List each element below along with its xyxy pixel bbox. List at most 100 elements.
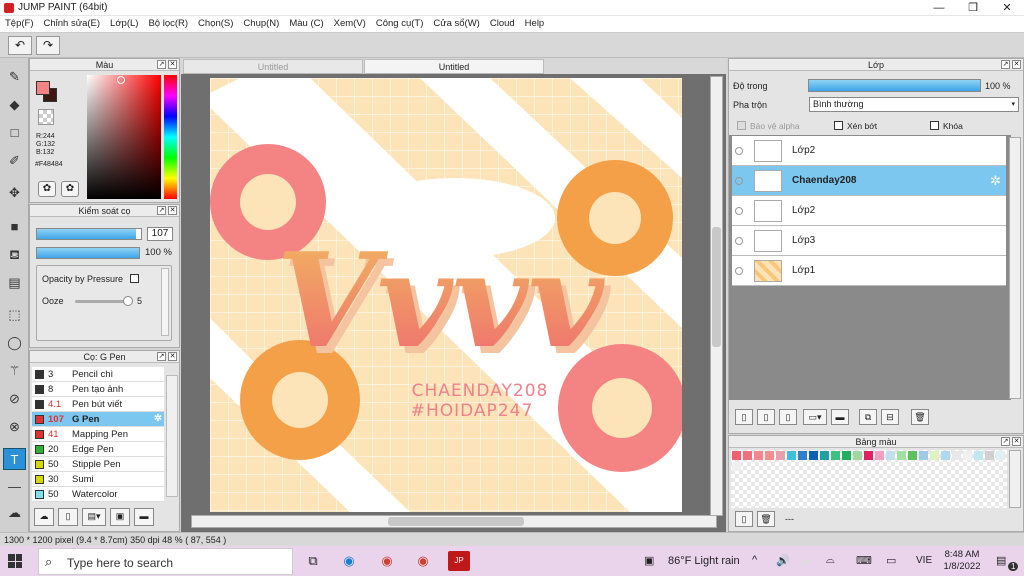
palette-swatch[interactable] [787,451,796,460]
delete-layer-icon[interactable]: 🗑 [911,409,929,425]
brush-item[interactable]: 20 Edge Pen [32,442,164,457]
palette-swatch[interactable] [864,451,873,460]
brush-list-scrollbar[interactable] [166,375,178,497]
menu-cloud[interactable]: Cloud [485,16,520,31]
select-pen-icon[interactable]: ⊘ [3,388,26,410]
pen-tool-icon[interactable]: ✐ [3,150,26,172]
hue-slider[interactable] [164,75,177,199]
brush-item[interactable]: 3 Pencil chì [32,367,164,382]
saturation-brightness-picker[interactable] [87,75,161,199]
clock[interactable]: 8:48 AM 1/8/2022 [938,549,986,573]
menu-view[interactable]: Xem(V) [329,16,371,31]
panel-float-icon[interactable]: ↗ [157,352,166,361]
brush-item[interactable]: 8 Pen tạo ảnh [32,382,164,397]
palette-add-icon[interactable]: ▯ [735,511,753,527]
menu-filter[interactable]: Bộ lọc(R) [143,16,193,31]
brush-settings-icon[interactable]: ▣ [110,508,130,526]
artwork[interactable]: Vvvv Vvvv CHAENDAY208 #HOIDAP247 [210,78,682,512]
palette-swatch[interactable] [853,451,862,460]
opacity-slider[interactable] [36,247,140,259]
rect-tool-icon[interactable]: □ [3,122,26,144]
color-mixer-icon[interactable]: ✿ [61,181,79,197]
move-tool-icon[interactable]: ✥ [3,182,26,204]
palette-swatch[interactable] [897,451,906,460]
palette-swatch[interactable] [908,451,917,460]
chrome-icon-2[interactable]: ◉ [412,551,434,571]
palette-swatch[interactable] [798,451,807,460]
menu-select[interactable]: Chọn(S) [193,16,238,31]
canvas-vscroll[interactable] [710,76,723,516]
cloud-icon[interactable]: ☁ [800,554,811,567]
redo-button[interactable]: ↷ [36,36,60,55]
windows-start-icon[interactable] [8,554,22,568]
palette-swatch[interactable] [820,451,829,460]
palette-swatch[interactable] [754,451,763,460]
monitor-icon[interactable]: ▭ [886,554,896,567]
tab-untitled-2[interactable]: Untitled [364,59,544,74]
select-eraser-icon[interactable]: ⊗ [3,416,26,438]
main-color-swatch[interactable] [36,81,50,95]
cloud-tool-icon[interactable]: ☁ [3,502,26,524]
palette-swatch[interactable] [809,451,818,460]
jump-paint-taskbar-icon[interactable]: JP [448,551,470,571]
menu-layer[interactable]: Lớp(L) [105,16,143,31]
brush-settings-gear-icon[interactable]: ✲ [154,413,162,424]
brush-cloud-icon[interactable]: ☁ [34,508,54,526]
weather-text[interactable]: 86°F Light rain [668,555,740,567]
panel-float-icon[interactable]: ↗ [157,60,166,69]
task-view-icon[interactable]: ⧉ [302,551,324,571]
taskbar-search[interactable]: ⌕ Type here to search [38,548,293,575]
palette-swatch[interactable] [952,451,961,460]
select-rect-icon[interactable]: ⬚ [3,304,26,326]
panel-close-icon[interactable]: ✕ [1012,437,1021,446]
size-input[interactable]: 107 [147,227,173,241]
new-layer-8bit-icon[interactable]: ▯ [757,409,775,425]
fill-rect-tool-icon[interactable]: ■ [3,216,26,238]
lock-checkbox[interactable] [930,121,939,130]
palette-swatch[interactable] [776,451,785,460]
chevron-up-icon[interactable]: ^ [752,554,757,566]
layer-visibility-icon[interactable] [735,237,743,245]
palette-delete-icon[interactable]: 🗑 [757,511,775,527]
menu-tools[interactable]: Công cụ(T) [371,16,429,31]
new-brush-icon[interactable]: ▯ [58,508,78,526]
bucket-tool-icon[interactable]: ⛾ [3,244,26,266]
transparent-color-swatch[interactable] [38,109,54,125]
palette-swatch[interactable] [732,462,741,471]
palette-swatch[interactable] [886,451,895,460]
close-button[interactable]: ✕ [990,0,1024,16]
blend-mode-select[interactable]: Bình thường ▾ [809,97,1019,112]
wand-tool-icon[interactable]: ⚚ [3,360,26,382]
panel-close-icon[interactable]: ✕ [168,206,177,215]
layer-list-scrollbar[interactable] [1009,137,1021,399]
network-icon[interactable]: ⌓ [826,554,835,567]
brush-item[interactable]: 107 G Pen ✲ [32,412,164,427]
menu-window[interactable]: Cửa sổ(W) [428,16,484,31]
layer-row-selected[interactable]: Chaenday208 ✲ [732,166,1006,196]
duplicate-layer-icon[interactable]: ⧉ [859,409,877,425]
new-layer-1bit-icon[interactable]: ▯ [779,409,797,425]
palette-swatch[interactable] [996,451,1005,460]
edge-browser-icon[interactable]: ◉ [338,551,360,571]
layer-settings-gear-icon[interactable]: ✲ [990,173,1001,189]
brush-folder-icon[interactable]: ▬ [134,508,154,526]
tab-untitled-1[interactable]: Untitled [183,59,363,74]
panel-float-icon[interactable]: ↗ [1001,60,1010,69]
panel-close-icon[interactable]: ✕ [168,60,177,69]
chrome-icon-1[interactable]: ◉ [376,551,398,571]
panel-float-icon[interactable]: ↗ [1001,437,1010,446]
palette-swatch[interactable] [941,451,950,460]
layer-row[interactable]: Lớp1 [732,256,1006,286]
layer-visibility-icon[interactable] [735,147,743,155]
maximize-button[interactable]: ❐ [956,0,990,16]
brush-menu-icon[interactable]: ▤▾ [82,508,106,526]
layer-row[interactable]: Lớp2 [732,136,1006,166]
brush-tool-icon[interactable]: ✎ [3,66,26,88]
panel-close-icon[interactable]: ✕ [1012,60,1021,69]
layer-row[interactable]: Lớp2 [732,196,1006,226]
menu-help[interactable]: Help [520,16,550,31]
layer-folder-icon[interactable]: ▬ [831,409,849,425]
layer-add-menu-icon[interactable]: ▭▾ [803,409,827,425]
clipping-checkbox[interactable] [834,121,843,130]
palette-swatch[interactable] [974,451,983,460]
